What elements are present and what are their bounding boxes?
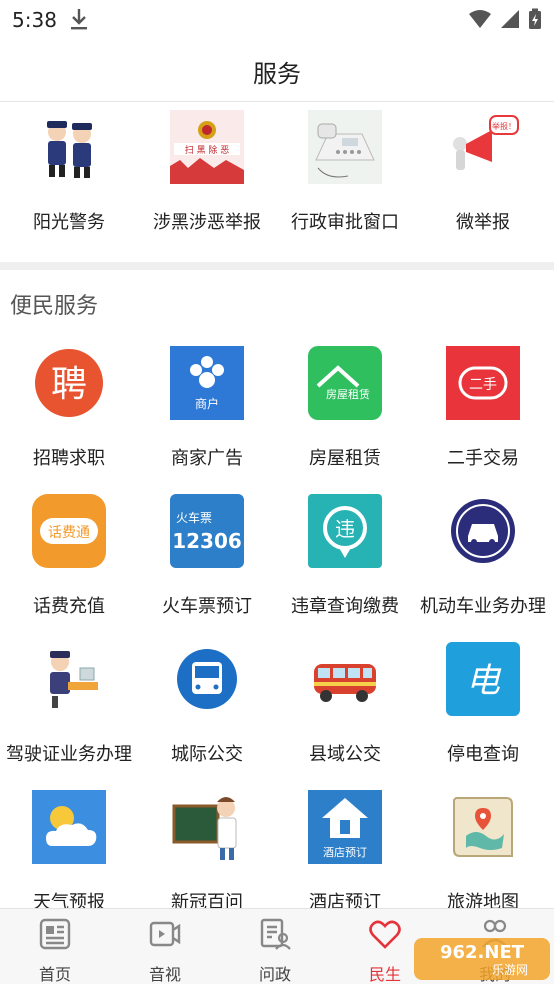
service-item[interactable]: 驾驶证业务办理 <box>0 636 138 776</box>
service-label: 招聘求职 <box>33 448 105 469</box>
service-label: 二手交易 <box>447 448 519 469</box>
phone-recharge-icon: 话费通 <box>32 494 106 568</box>
service-item[interactable]: 机动车业务办理 <box>414 488 552 628</box>
recruit-glyph: 聘 <box>51 364 87 405</box>
service-item[interactable]: 酒店预订 酒店预订 <box>276 784 414 924</box>
service-item[interactable]: 旅游地图 <box>414 784 552 924</box>
service-item[interactable]: 二手 二手交易 <box>414 340 552 480</box>
county-bus-icon <box>308 642 382 716</box>
house-rent-glyph: 房屋租赁 <box>326 387 370 401</box>
status-icons <box>468 8 542 30</box>
service-label: 微举报 <box>456 212 510 233</box>
service-label: 城际公交 <box>171 744 243 765</box>
traffic-violation-icon: 违 <box>308 494 382 568</box>
service-item[interactable]: 房屋租赁 房屋租赁 <box>276 340 414 480</box>
service-label: 县域公交 <box>309 744 381 765</box>
power-outage-glyph: 电 <box>466 661 502 701</box>
tab-home[interactable]: 首页 <box>0 909 110 984</box>
report-bubble-text: 举报！ <box>492 121 516 131</box>
service-label: 话费充值 <box>33 596 105 617</box>
section-divider <box>0 262 554 270</box>
driver-license-icon <box>32 642 106 716</box>
wifi-icon <box>469 10 491 28</box>
tab-label: 问政 <box>258 965 291 984</box>
page-title: 服务 <box>253 60 301 88</box>
watermark-logo: 962.NET 乐游网 <box>414 938 550 980</box>
service-label: 阳光警务 <box>33 212 105 233</box>
watermark-text: 962.NET <box>440 942 525 963</box>
train-ticket-number: 12306 <box>172 529 242 553</box>
second-hand-icon: 二手 <box>446 346 520 420</box>
watermark-subtext: 乐游网 <box>492 963 528 977</box>
signal-icon <box>501 10 519 28</box>
service-item[interactable]: 城际公交 <box>138 636 276 776</box>
service-item[interactable]: 扫 黑 除 恶 涉黑涉恶举报 <box>138 104 276 244</box>
tab-label: 首页 <box>38 965 71 984</box>
second-hand-glyph: 二手 <box>469 377 497 393</box>
telephone-icon <box>308 110 382 184</box>
train-ticket-glyph: 火车票 <box>176 510 212 525</box>
service-label: 房屋租赁 <box>309 448 381 469</box>
section-title: 便民服务 <box>10 294 99 319</box>
header: 服务 <box>0 40 554 102</box>
document-user-icon <box>260 918 291 950</box>
megaphone-report-icon: 举报！ <box>446 110 520 184</box>
service-item[interactable]: 举报！ 微举报 <box>414 104 552 244</box>
download-icon <box>71 9 87 30</box>
hotel-booking-icon: 酒店预订 <box>308 790 382 864</box>
intercity-bus-icon <box>177 649 237 709</box>
train-ticket-icon: 火车票 12306 <box>170 494 244 568</box>
service-item[interactable]: 天气预报 <box>0 784 138 924</box>
house-rent-icon: 房屋租赁 <box>308 346 382 420</box>
service-item[interactable]: 火车票 12306 火车票预订 <box>138 488 276 628</box>
service-label: 商家广告 <box>171 448 243 469</box>
power-outage-icon: 电 <box>446 642 520 716</box>
service-item[interactable]: 违 违章查询缴费 <box>276 488 414 628</box>
top-services-grid: 阳光警务 扫 黑 除 恶 涉黑涉恶举报 行政审批窗口 举报！ 微举报 <box>0 104 554 264</box>
service-label: 机动车业务办理 <box>420 596 546 617</box>
tab-label: 音视 <box>148 965 181 984</box>
service-item[interactable]: 聘 招聘求职 <box>0 340 138 480</box>
anti-crime-banner-icon: 扫 黑 除 恶 <box>170 110 244 184</box>
home-news-icon <box>39 918 71 950</box>
hotel-booking-glyph: 酒店预订 <box>323 845 367 859</box>
service-item[interactable]: 行政审批窗口 <box>276 104 414 244</box>
recruit-icon: 聘 <box>35 349 103 417</box>
vehicle-business-icon <box>451 499 515 563</box>
status-time: 5:38 <box>12 8 57 32</box>
service-label: 停电查询 <box>447 744 519 765</box>
merchant-glyph: 商户 <box>195 396 219 411</box>
tab-video[interactable]: 音视 <box>110 909 220 984</box>
service-label: 违章查询缴费 <box>291 596 399 617</box>
merchant-icon: 商户 <box>170 346 244 420</box>
banner-text: 扫 黑 除 恶 <box>185 144 230 156</box>
phone-recharge-glyph: 话费通 <box>48 525 90 541</box>
doctor-qa-icon <box>170 790 244 864</box>
tab-inquiry[interactable]: 问政 <box>220 909 330 984</box>
heart-icon <box>369 920 401 949</box>
battery-icon <box>529 8 541 29</box>
service-item[interactable]: 县域公交 <box>276 636 414 776</box>
status-bar: 5:38 <box>0 0 554 40</box>
service-item[interactable]: 新冠百问 <box>138 784 276 924</box>
service-label: 火车票预订 <box>162 596 252 617</box>
service-label: 涉黑涉恶举报 <box>153 212 261 233</box>
weather-icon <box>32 790 106 864</box>
video-icon <box>149 921 181 947</box>
service-item[interactable]: 商户 商家广告 <box>138 340 276 480</box>
travel-map-icon <box>446 790 520 864</box>
service-label: 驾驶证业务办理 <box>6 744 132 765</box>
service-item[interactable]: 话费通 话费充值 <box>0 488 138 628</box>
service-label: 行政审批窗口 <box>291 212 399 233</box>
service-item[interactable]: 电 停电查询 <box>414 636 552 776</box>
police-officers-icon <box>32 110 106 184</box>
traffic-violation-glyph: 违 <box>335 517 355 541</box>
service-item[interactable]: 阳光警务 <box>0 104 138 244</box>
convenience-services-grid: 聘 招聘求职 商户 商家广告 房屋租赁 房屋租赁 二手 二手交易 话费通 话费充… <box>0 340 554 913</box>
